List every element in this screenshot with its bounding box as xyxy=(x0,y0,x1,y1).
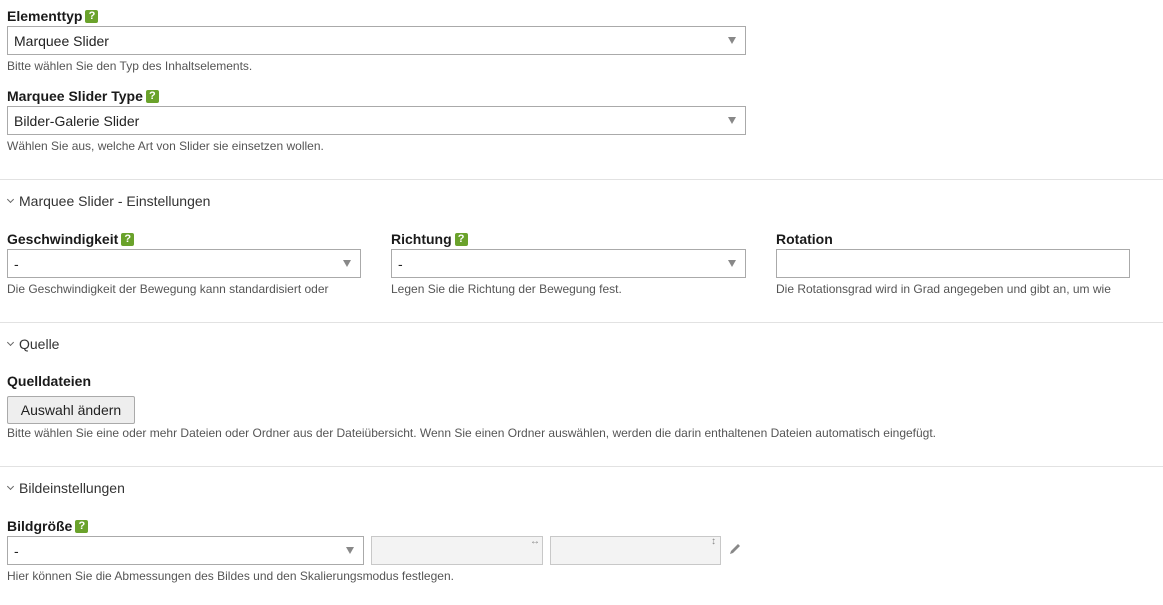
image-size-select[interactable]: - xyxy=(7,536,364,565)
image-size-label-row: Bildgröße ? xyxy=(7,518,89,534)
direction-label: Richtung xyxy=(391,231,452,247)
change-selection-button[interactable]: Auswahl ändern xyxy=(7,396,135,424)
slider-type-label-row: Marquee Slider Type ? xyxy=(7,88,159,104)
help-question-icon[interactable]: ? xyxy=(145,89,159,103)
section-title-slider-settings: Marquee Slider - Einstellungen xyxy=(19,193,211,209)
horizontal-arrows-icon: ↔ xyxy=(530,536,540,547)
speed-label: Geschwindigkeit xyxy=(7,231,119,247)
vertical-arrows-icon: ↕ xyxy=(711,536,716,547)
image-size-label: Bildgröße xyxy=(7,518,73,534)
elementtyp-description: Bitte wählen Sie den Typ des Inhaltselem… xyxy=(7,59,253,73)
image-size-select-value: - xyxy=(14,542,19,559)
caret-down-icon xyxy=(728,117,736,124)
slider-type-label: Marquee Slider Type xyxy=(7,88,143,104)
elementtyp-label-row: Elementtyp ? xyxy=(7,8,99,24)
help-question-icon[interactable]: ? xyxy=(121,232,135,246)
help-question-icon[interactable]: ? xyxy=(454,232,468,246)
rotation-label-row: Rotation xyxy=(776,231,833,247)
slider-type-select-value: Bilder-Galerie Slider xyxy=(14,112,140,129)
direction-select-value: - xyxy=(398,255,403,272)
section-header-image-settings[interactable]: Bildeinstellungen xyxy=(6,480,125,496)
divider xyxy=(0,179,1163,180)
elementtyp-select[interactable]: Marquee Slider xyxy=(7,26,746,55)
elementtyp-select-value: Marquee Slider xyxy=(14,32,109,49)
chevron-down-icon xyxy=(6,338,15,347)
chevron-down-icon xyxy=(6,482,15,491)
slider-type-select[interactable]: Bilder-Galerie Slider xyxy=(7,106,746,135)
chevron-down-icon xyxy=(6,195,15,204)
direction-label-row: Richtung ? xyxy=(391,231,468,247)
divider xyxy=(0,466,1163,467)
direction-description: Legen Sie die Richtung der Bewegung fest… xyxy=(391,282,622,296)
pencil-icon[interactable] xyxy=(728,542,742,556)
speed-select[interactable]: - xyxy=(7,249,361,278)
section-title-image-settings: Bildeinstellungen xyxy=(19,480,125,496)
section-header-source[interactable]: Quelle xyxy=(6,336,60,352)
source-files-label: Quelldateien xyxy=(7,373,92,389)
section-title-source: Quelle xyxy=(19,336,60,352)
slider-type-description: Wählen Sie aus, welche Art von Slider si… xyxy=(7,139,324,153)
source-description: Bitte wählen Sie eine oder mehr Dateien … xyxy=(7,426,937,440)
rotation-label: Rotation xyxy=(776,231,833,247)
image-width-input xyxy=(371,536,543,565)
caret-down-icon xyxy=(728,37,736,44)
speed-description: Die Geschwindigkeit der Bewegung kann st… xyxy=(7,282,329,296)
section-header-slider-settings[interactable]: Marquee Slider - Einstellungen xyxy=(6,193,211,209)
divider xyxy=(0,322,1163,323)
direction-select[interactable]: - xyxy=(391,249,746,278)
image-height-input xyxy=(550,536,721,565)
caret-down-icon xyxy=(343,260,351,267)
image-settings-description: Hier können Sie die Abmessungen des Bild… xyxy=(7,569,454,583)
speed-label-row: Geschwindigkeit ? xyxy=(7,231,135,247)
rotation-input[interactable] xyxy=(776,249,1130,278)
rotation-description: Die Rotationsgrad wird in Grad angegeben… xyxy=(776,282,1111,296)
speed-select-value: - xyxy=(14,255,19,272)
elementtyp-label: Elementtyp xyxy=(7,8,83,24)
help-question-icon[interactable]: ? xyxy=(85,9,99,23)
help-question-icon[interactable]: ? xyxy=(75,519,89,533)
caret-down-icon xyxy=(346,547,354,554)
caret-down-icon xyxy=(728,260,736,267)
